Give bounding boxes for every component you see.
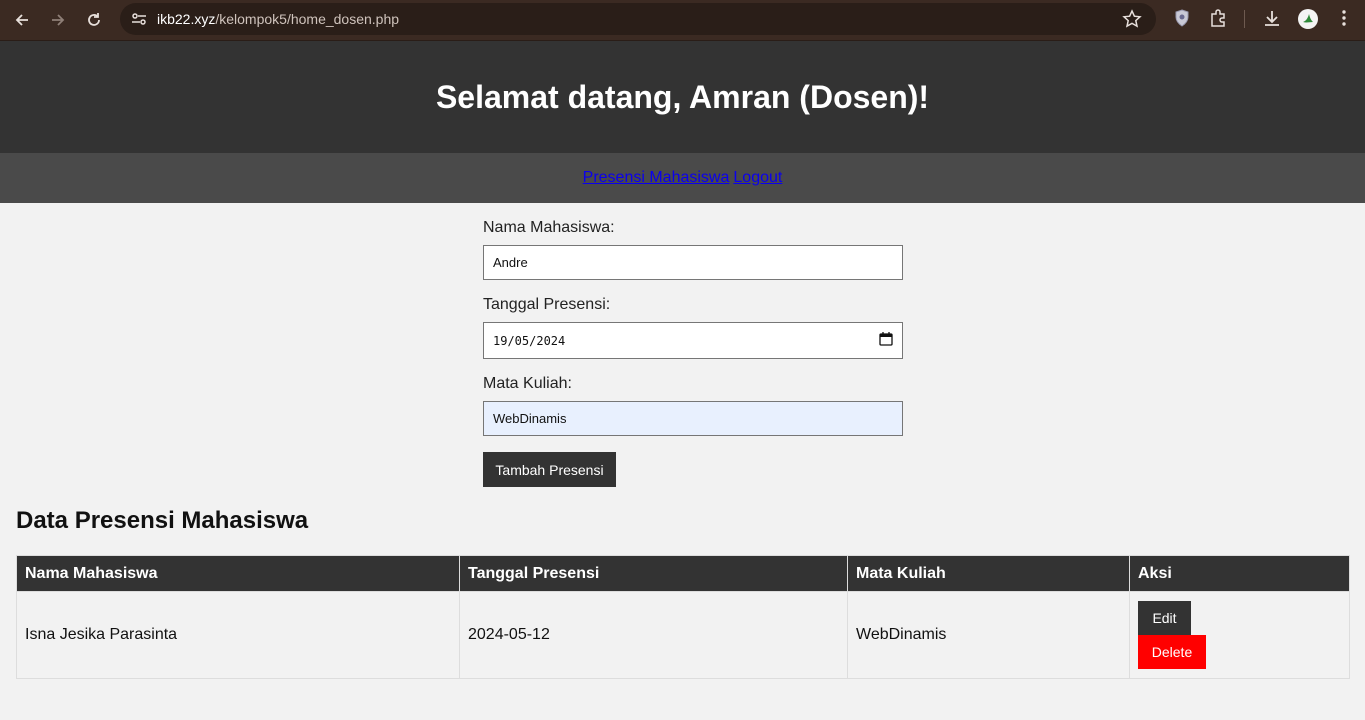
edit-button[interactable]: Edit (1138, 601, 1191, 635)
name-label: Nama Mahasiswa: (483, 219, 615, 236)
cell-aksi: Edit Delete (1129, 591, 1350, 679)
course-label: Mata Kuliah: (483, 375, 572, 392)
table-row: Isna Jesika Parasinta 2024-05-12 WebDina… (16, 591, 1350, 679)
nav-link-logout[interactable]: Logout (733, 169, 782, 187)
course-input[interactable]: WebDinamis (483, 401, 903, 436)
url-text: ikb22.xyz/kelompok5/home_dosen.php (157, 11, 399, 27)
address-bar[interactable]: ikb22.xyz/kelompok5/home_dosen.php (120, 3, 1156, 35)
back-arrow-icon[interactable] (10, 8, 34, 32)
site-settings-icon[interactable] (130, 10, 148, 28)
shield-extension-icon[interactable] (1172, 8, 1194, 30)
cell-tanggal: 2024-05-12 (459, 591, 848, 679)
bookmark-star-icon[interactable] (1122, 9, 1142, 29)
browser-toolbar: ikb22.xyz/kelompok5/home_dosen.php (0, 0, 1365, 41)
url-path: /kelompok5/home_dosen.php (215, 11, 400, 27)
profile-avatar-icon[interactable] (1297, 8, 1319, 30)
name-input-value: Andre (493, 255, 528, 270)
column-header-tanggal: Tanggal Presensi (459, 555, 848, 592)
url-host: ikb22.xyz (157, 11, 216, 27)
calendar-icon[interactable] (879, 332, 893, 349)
toolbar-divider (1244, 10, 1245, 28)
tambah-presensi-button[interactable]: Tambah Presensi (483, 452, 616, 487)
download-icon[interactable] (1262, 8, 1284, 30)
more-menu-icon[interactable] (1334, 8, 1356, 30)
forward-arrow-icon[interactable] (46, 8, 70, 32)
date-label: Tanggal Presensi: (483, 296, 611, 313)
presensi-table: Nama Mahasiswa Tanggal Presensi Mata Kul… (16, 555, 1350, 679)
nav-link-presensi-mahasiswa[interactable]: Presensi Mahasiswa (583, 169, 730, 187)
column-header-mata-kuliah: Mata Kuliah (847, 555, 1130, 592)
name-input[interactable]: Andre (483, 245, 903, 280)
cell-nama: Isna Jesika Parasinta (16, 591, 460, 679)
table-header-row: Nama Mahasiswa Tanggal Presensi Mata Kul… (16, 555, 1350, 592)
section-title: Data Presensi Mahasiswa (16, 507, 309, 534)
reload-icon[interactable] (82, 8, 106, 32)
cell-mata-kuliah: WebDinamis (847, 591, 1130, 679)
column-header-nama: Nama Mahasiswa (16, 555, 460, 592)
page-title: Selamat datang, Amran (Dosen)! (435, 78, 930, 115)
page-header: Selamat datang, Amran (Dosen)! (0, 41, 1365, 153)
column-header-aksi: Aksi (1129, 555, 1350, 592)
nav-bar: Presensi Mahasiswa Logout (0, 153, 1365, 203)
course-input-value: WebDinamis (493, 411, 567, 426)
date-input-value: 19/05/2024 (493, 333, 566, 348)
extensions-puzzle-icon[interactable] (1208, 8, 1230, 30)
date-input[interactable]: 19/05/2024 (483, 322, 903, 359)
delete-button[interactable]: Delete (1138, 635, 1206, 669)
